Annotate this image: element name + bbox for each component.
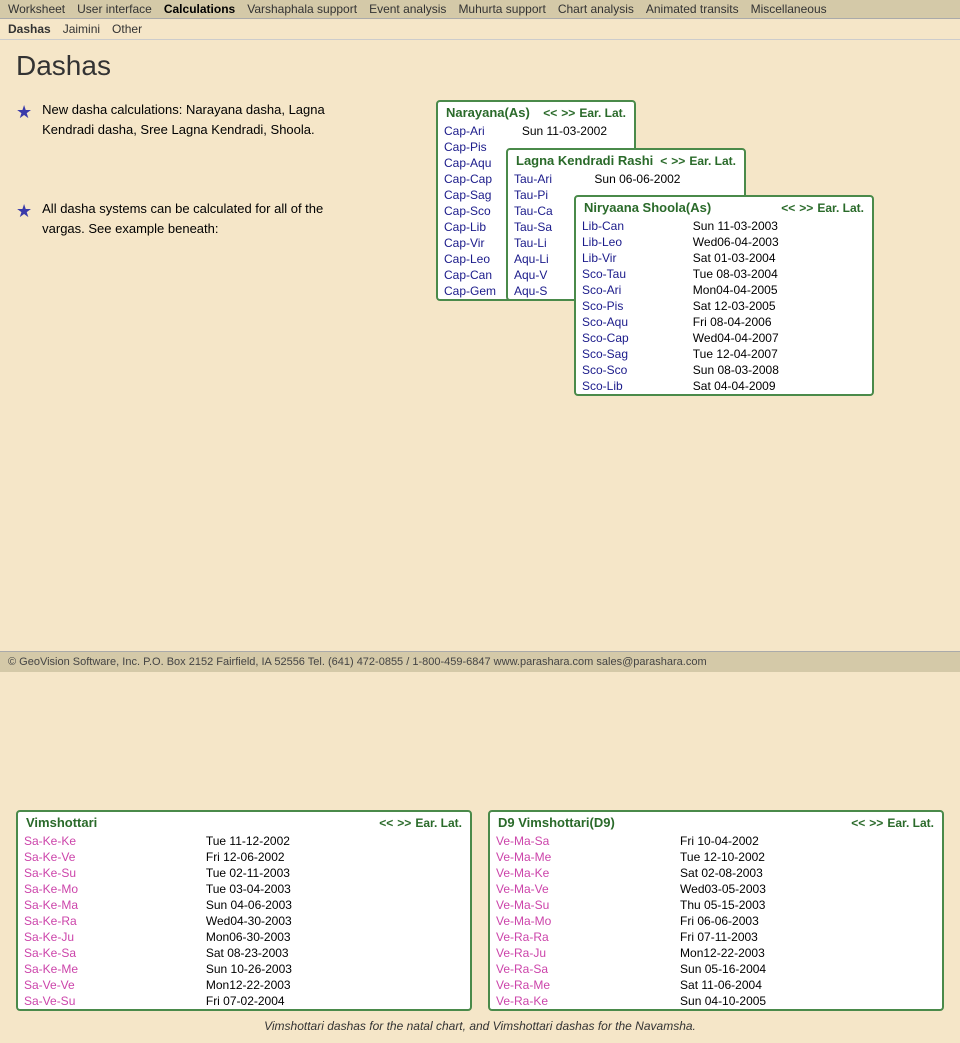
table-row: Ve-Ra-SaSun 05-16-2004 bbox=[490, 961, 942, 977]
subnav-other[interactable]: Other bbox=[112, 22, 142, 36]
table-row: Sa-Ke-JuMon06-30-2003 bbox=[18, 929, 470, 945]
table-row: Sco-TauTue 08-03-2004 bbox=[576, 266, 872, 282]
subnav-dashas[interactable]: Dashas bbox=[8, 22, 51, 36]
lagna-next[interactable]: >> bbox=[671, 154, 685, 168]
niryaana-earlat[interactable]: Ear. Lat. bbox=[817, 201, 864, 215]
table-row: Cap-AriSun 11-03-2002 bbox=[438, 123, 634, 139]
niryaana-prev[interactable]: << bbox=[781, 201, 795, 215]
lagna-nav: < >> Ear. Lat. bbox=[660, 154, 736, 168]
d9-vimshottari-nav: << >> Ear. Lat. bbox=[851, 816, 934, 830]
niryaana-table: Lib-CanSun 11-03-2003 Lib-LeoWed06-04-20… bbox=[576, 218, 872, 394]
page-title: Dashas bbox=[16, 50, 944, 82]
table-row: Sa-Ke-SuTue 02-11-2003 bbox=[18, 865, 470, 881]
d9-vimshottari-next[interactable]: >> bbox=[869, 816, 883, 830]
d9-vimshottari-title: D9 Vimshottari(D9) bbox=[498, 815, 615, 830]
nav-miscellaneous[interactable]: Miscellaneous bbox=[751, 2, 827, 16]
nav-calculations[interactable]: Calculations bbox=[164, 2, 235, 16]
nav-animated-transits[interactable]: Animated transits bbox=[646, 2, 739, 16]
table-row: Sa-Ke-MoTue 03-04-2003 bbox=[18, 881, 470, 897]
d9-vimshottari-header: D9 Vimshottari(D9) << >> Ear. Lat. bbox=[490, 812, 942, 833]
star-icon-2: ★ bbox=[16, 201, 32, 222]
table-row: Sa-Ke-KeTue 11-12-2002 bbox=[18, 833, 470, 849]
table-row: Sco-LibSat 04-04-2009 bbox=[576, 378, 872, 394]
table-row: Sco-AriMon04-04-2005 bbox=[576, 282, 872, 298]
nav-event-analysis[interactable]: Event analysis bbox=[369, 2, 446, 16]
vimshottari-title: Vimshottari bbox=[26, 815, 97, 830]
info-block-1: ★ New dasha calculations: Narayana dasha… bbox=[16, 100, 376, 139]
nav-chart-analysis[interactable]: Chart analysis bbox=[558, 2, 634, 16]
nav-user-interface[interactable]: User interface bbox=[77, 2, 152, 16]
table-row: Lib-CanSun 11-03-2003 bbox=[576, 218, 872, 234]
nav-worksheet[interactable]: Worksheet bbox=[8, 2, 65, 16]
lagna-header: Lagna Kendradi Rashi < >> Ear. Lat. bbox=[508, 150, 744, 171]
narayana-next[interactable]: >> bbox=[561, 106, 575, 120]
narayana-header: Narayana(As) << >> Ear. Lat. bbox=[438, 102, 634, 123]
niryaana-next[interactable]: >> bbox=[799, 201, 813, 215]
niryaana-title: Niryaana Shoola(As) bbox=[584, 200, 711, 215]
bottom-panels: Vimshottari << >> Ear. Lat. Sa-Ke-KeTue … bbox=[16, 810, 944, 1011]
narayana-prev[interactable]: << bbox=[543, 106, 557, 120]
table-row: Ve-Ma-SuThu 05-15-2003 bbox=[490, 897, 942, 913]
vimshottari-header: Vimshottari << >> Ear. Lat. bbox=[18, 812, 470, 833]
table-row: Ve-Ra-MeSat 11-06-2004 bbox=[490, 977, 942, 993]
footer-text: © GeoVision Software, Inc. P.O. Box 2152… bbox=[8, 656, 707, 668]
vimshottari-prev[interactable]: << bbox=[379, 816, 393, 830]
panels-wrapper: ★ New dasha calculations: Narayana dasha… bbox=[16, 100, 944, 460]
table-row: Ve-Ma-VeWed03-05-2003 bbox=[490, 881, 942, 897]
nav-muhurta[interactable]: Muhurta support bbox=[458, 2, 545, 16]
table-row: Sco-PisSat 12-03-2005 bbox=[576, 298, 872, 314]
subnav-jaimini[interactable]: Jaimini bbox=[63, 22, 100, 36]
table-row: Sco-CapWed04-04-2007 bbox=[576, 330, 872, 346]
d9-vimshottari-earlat[interactable]: Ear. Lat. bbox=[887, 816, 934, 830]
footer: © GeoVision Software, Inc. P.O. Box 2152… bbox=[0, 651, 960, 672]
table-row: Ve-Ma-MeTue 12-10-2002 bbox=[490, 849, 942, 865]
table-row: Tau-AriSun 06-06-2002 bbox=[508, 171, 744, 187]
content-left: ★ New dasha calculations: Narayana dasha… bbox=[16, 100, 376, 252]
table-row: Sa-Ke-RaWed04-30-2003 bbox=[18, 913, 470, 929]
niryaana-header: Niryaana Shoola(As) << >> Ear. Lat. bbox=[576, 197, 872, 218]
table-row: Sco-AquFri 08-04-2006 bbox=[576, 314, 872, 330]
table-row: Sco-SagTue 12-04-2007 bbox=[576, 346, 872, 362]
sub-nav: Dashas Jaimini Other bbox=[0, 19, 960, 40]
table-row: Sa-Ke-SaSat 08-23-2003 bbox=[18, 945, 470, 961]
table-row: Sa-Ke-MaSun 04-06-2003 bbox=[18, 897, 470, 913]
table-row: Ve-Ra-RaFri 07-11-2003 bbox=[490, 929, 942, 945]
table-row: Sa-Ke-VeFri 12-06-2002 bbox=[18, 849, 470, 865]
d9-vimshottari-panel: D9 Vimshottari(D9) << >> Ear. Lat. Ve-Ma… bbox=[488, 810, 944, 1011]
main-content: Dashas ★ New dasha calculations: Narayan… bbox=[0, 40, 960, 1043]
narayana-nav: << >> Ear. Lat. bbox=[543, 106, 626, 120]
info-text-2: All dasha systems can be calculated for … bbox=[42, 199, 362, 238]
d9-vimshottari-prev[interactable]: << bbox=[851, 816, 865, 830]
vimshottari-panel: Vimshottari << >> Ear. Lat. Sa-Ke-KeTue … bbox=[16, 810, 472, 1011]
lagna-prev[interactable]: < bbox=[660, 154, 667, 168]
table-row: Ve-Ma-SaFri 10-04-2002 bbox=[490, 833, 942, 849]
table-row: Sa-Ke-MeSun 10-26-2003 bbox=[18, 961, 470, 977]
table-row: Ve-Ma-KeSat 02-08-2003 bbox=[490, 865, 942, 881]
nav-varshaphala[interactable]: Varshaphala support bbox=[247, 2, 357, 16]
narayana-earlat[interactable]: Ear. Lat. bbox=[579, 106, 626, 120]
info-block-2: ★ All dasha systems can be calculated fo… bbox=[16, 199, 376, 238]
table-row: Lib-LeoWed06-04-2003 bbox=[576, 234, 872, 250]
table-row: Sa-Ve-VeMon12-22-2003 bbox=[18, 977, 470, 993]
narayana-title: Narayana(As) bbox=[446, 105, 530, 120]
niryaana-nav: << >> Ear. Lat. bbox=[781, 201, 864, 215]
star-icon-1: ★ bbox=[16, 102, 32, 123]
vimshottari-next[interactable]: >> bbox=[397, 816, 411, 830]
niryaana-panel: Niryaana Shoola(As) << >> Ear. Lat. Lib-… bbox=[574, 195, 874, 396]
d9-vimshottari-table: Ve-Ma-SaFri 10-04-2002 Ve-Ma-MeTue 12-10… bbox=[490, 833, 942, 1009]
vimshottari-nav: << >> Ear. Lat. bbox=[379, 816, 462, 830]
table-row: Lib-VirSat 01-03-2004 bbox=[576, 250, 872, 266]
caption-text: Vimshottari dashas for the natal chart, … bbox=[16, 1019, 944, 1033]
top-nav: Worksheet User interface Calculations Va… bbox=[0, 0, 960, 19]
info-text-1: New dasha calculations: Narayana dasha, … bbox=[42, 100, 362, 139]
table-row: Ve-Ma-MoFri 06-06-2003 bbox=[490, 913, 942, 929]
vimshottari-table: Sa-Ke-KeTue 11-12-2002 Sa-Ke-VeFri 12-06… bbox=[18, 833, 470, 1009]
table-row: Sco-ScoSun 08-03-2008 bbox=[576, 362, 872, 378]
lagna-title: Lagna Kendradi Rashi bbox=[516, 153, 653, 168]
table-row: Sa-Ve-SuFri 07-02-2004 bbox=[18, 993, 470, 1009]
table-row: Ve-Ra-JuMon12-22-2003 bbox=[490, 945, 942, 961]
table-row: Ve-Ra-KeSun 04-10-2005 bbox=[490, 993, 942, 1009]
vimshottari-earlat[interactable]: Ear. Lat. bbox=[415, 816, 462, 830]
lagna-earlat[interactable]: Ear. Lat. bbox=[689, 154, 736, 168]
